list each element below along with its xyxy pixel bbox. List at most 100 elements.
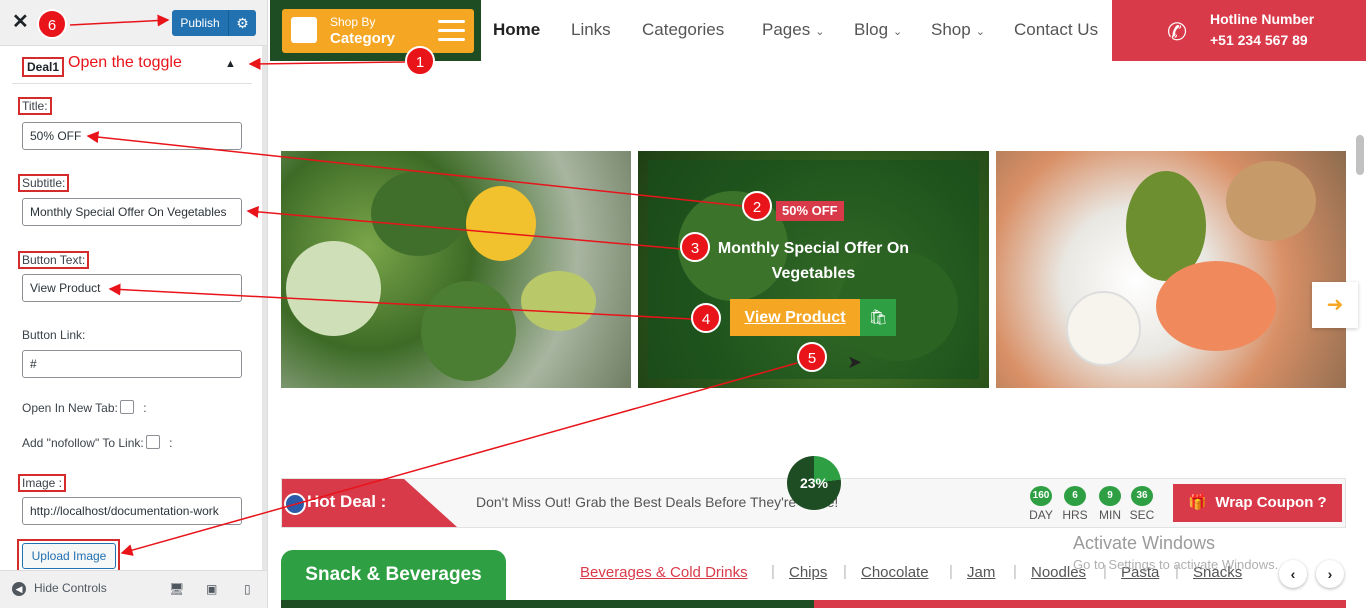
subtitle-label: Subtitle:: [18, 174, 70, 192]
progress-circle: 23%: [787, 456, 841, 510]
step-badge-4: 4: [691, 303, 721, 333]
hotline-title: Hotline Number: [1210, 11, 1315, 27]
chevron-left-icon[interactable]: ‹: [1279, 560, 1307, 588]
shopping-bag-icon: [291, 17, 317, 43]
tag-icon: [284, 493, 306, 515]
pepper-image: [466, 186, 536, 261]
nav-contact-us[interactable]: Contact Us: [1014, 20, 1098, 40]
nav-pages[interactable]: Pages ⌄: [762, 20, 824, 40]
nav-shop-label[interactable]: Shop: [931, 20, 971, 39]
nav-links[interactable]: Links: [571, 20, 611, 40]
hotline-number[interactable]: +51 234 567 89: [1210, 32, 1308, 48]
category-bar-green: [281, 600, 814, 608]
upload-image-button[interactable]: Upload Image: [22, 543, 116, 569]
nav-categories[interactable]: Categories: [642, 20, 724, 40]
tab-separator: |: [1013, 563, 1017, 580]
countdown-unit: HRS: [1062, 508, 1088, 522]
tab-separator: |: [771, 563, 775, 580]
avocado-image: [521, 271, 596, 331]
hide-controls-button[interactable]: ◀ Hide Controls: [12, 581, 107, 596]
tab-separator: |: [843, 563, 847, 580]
banner-vegetables-left[interactable]: [281, 151, 631, 388]
gear-icon[interactable]: ⚙: [229, 15, 256, 32]
phone-icon: ✆: [1167, 19, 1188, 46]
section-title[interactable]: Deal1: [22, 57, 65, 77]
countdown-value: 6: [1064, 486, 1086, 506]
publish-button[interactable]: Publish ⚙: [172, 10, 256, 36]
hot-deal-message: Don't Miss Out! Grab the Best Deals Befo…: [476, 494, 839, 510]
mouse-cursor-icon: ➤: [847, 352, 863, 372]
category-bar-red: [814, 600, 1346, 608]
wrap-coupon-button[interactable]: 🎁 Wrap Coupon ?: [1173, 484, 1342, 522]
wrap-coupon-label[interactable]: Wrap Coupon ?: [1215, 494, 1326, 511]
shop-by-category-button[interactable]: Shop By Category: [282, 9, 474, 53]
arrow-left-icon[interactable]: ➜: [1312, 282, 1358, 328]
tab-separator: |: [949, 563, 953, 580]
open-toggle-note: Open the toggle: [68, 54, 182, 71]
salmon-image: [1156, 261, 1276, 351]
nofollow-row: Add "nofollow" To Link: :: [22, 435, 172, 450]
tablet-preview-icon[interactable]: ▣: [206, 582, 220, 596]
chevron-down-icon: ⌄: [893, 26, 903, 38]
view-product-button[interactable]: View Product: [730, 299, 860, 336]
broccoli-image: [371, 171, 466, 256]
chevron-down-icon: ⌄: [815, 26, 825, 38]
activate-windows-title: Activate Windows: [1073, 533, 1216, 553]
mobile-preview-icon[interactable]: ▯: [244, 582, 258, 596]
new-tab-colon: :: [143, 401, 147, 415]
button-link-label: Button Link:: [22, 328, 86, 342]
hamburger-icon[interactable]: [438, 20, 465, 42]
countdown-minutes: 9 MIN: [1094, 486, 1126, 522]
subtitle-input[interactable]: Monthly Special Offer On Vegetables: [22, 198, 242, 226]
tab-chips[interactable]: Chips: [789, 564, 827, 581]
image-label: Image :: [18, 474, 67, 492]
nav-pages-label[interactable]: Pages: [762, 20, 810, 39]
button-text-input[interactable]: View Product: [22, 274, 242, 302]
chevron-right-icon[interactable]: ›: [1316, 560, 1344, 588]
step-badge-5: 5: [797, 342, 827, 372]
nuts-image: [1226, 161, 1316, 241]
countdown-value: 160: [1030, 486, 1052, 506]
tab-beverages[interactable]: Beverages & Cold Drinks: [580, 564, 748, 581]
button-link-input[interactable]: #: [22, 350, 242, 378]
category-label: Category: [330, 30, 396, 47]
step-badge-1: 1: [405, 46, 435, 76]
button-text-label: Button Text:: [18, 251, 90, 269]
new-tab-checkbox[interactable]: [119, 400, 134, 414]
banner-vegetables-right[interactable]: [996, 151, 1346, 388]
progress-label: 23%: [799, 475, 829, 491]
step-badge-6: 6: [37, 9, 67, 39]
customizer-panel: ✕ Publish ⚙ Deal1 ▲ Title: 50% OFF Subti…: [0, 0, 268, 608]
nav-blog[interactable]: Blog ⌄: [854, 20, 902, 40]
hotline-box: ✆ Hotline Number +51 234 567 89: [1112, 0, 1366, 61]
desktop-preview-icon[interactable]: 🖥: [169, 582, 184, 596]
hide-controls-label[interactable]: Hide Controls: [34, 581, 107, 595]
nofollow-colon: :: [169, 436, 173, 450]
collapse-icon[interactable]: ◀: [12, 582, 26, 596]
nav-shop[interactable]: Shop ⌄: [931, 20, 985, 40]
nofollow-checkbox[interactable]: [145, 435, 160, 449]
broccoli-image: [421, 281, 516, 381]
page-scrollbar[interactable]: [1356, 135, 1364, 175]
countdown-hours: 6 HRS: [1059, 486, 1091, 522]
chevron-down-icon: ⌄: [975, 26, 985, 38]
shop-by-category[interactable]: Shop By Category: [270, 0, 481, 61]
shopping-bag-icon[interactable]: 🛍: [860, 299, 896, 336]
step-badge-3: 3: [680, 232, 710, 262]
tab-jam[interactable]: Jam: [967, 564, 995, 581]
deal-subtitle: Monthly Special Offer On Vegetables: [717, 240, 910, 282]
countdown-day: 160 DAY: [1025, 486, 1057, 522]
nav-blog-label[interactable]: Blog: [854, 20, 888, 39]
publish-label[interactable]: Publish: [172, 10, 229, 36]
new-tab-row: Open In New Tab: :: [22, 400, 147, 415]
shop-by-label: Shop By: [330, 15, 376, 29]
countdown-unit: MIN: [1099, 508, 1121, 522]
triangle-up-icon[interactable]: ▲: [225, 58, 236, 70]
panel-scrollbar[interactable]: [262, 46, 267, 570]
image-url-input[interactable]: http://localhost/documentation-work: [22, 497, 242, 525]
tab-chocolate[interactable]: Chocolate: [861, 564, 929, 581]
category-heading: Snack & Beverages: [281, 550, 506, 600]
title-input[interactable]: 50% OFF: [22, 122, 242, 150]
nav-home[interactable]: Home: [493, 20, 540, 40]
close-icon[interactable]: ✕: [12, 9, 29, 34]
